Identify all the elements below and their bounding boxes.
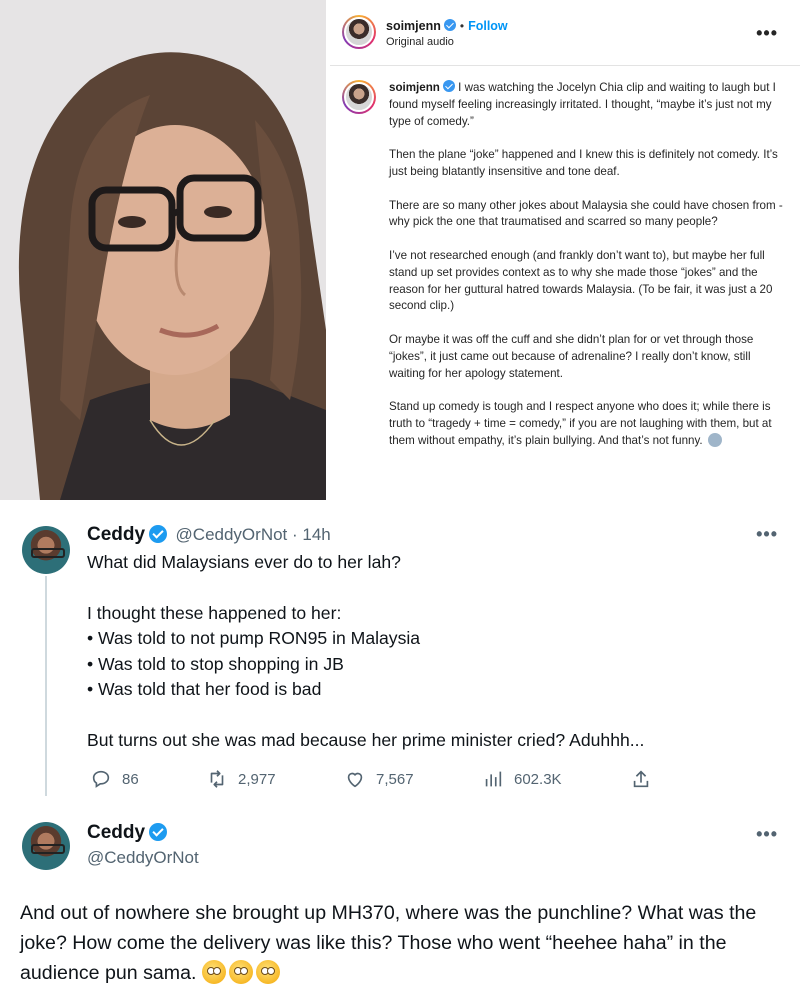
tweet-body: And out of nowhere she brought up MH370,… <box>20 898 790 988</box>
instagram-post: soimjenn • Follow Original audio ••• soimj… <box>0 0 800 500</box>
tweet-1: Ceddy @CeddyOrNot · 14h ••• What did Mal… <box>0 500 800 808</box>
tweet-line-3: But turns out she was mad because her pr… <box>87 729 645 750</box>
tweet-body: What did Malaysians ever do to her lah? … <box>87 550 777 753</box>
username[interactable]: soimjenn <box>386 19 441 33</box>
views-chart-icon <box>485 771 502 787</box>
tweet-line-2: I thought these happened to her: <box>87 602 342 623</box>
selfie-photo <box>0 0 326 500</box>
verified-badge-icon <box>442 80 455 92</box>
bullet-item: • Was told that her food is bad <box>87 679 322 699</box>
caption-p5: Or maybe it was off the cuff and she did… <box>389 332 754 380</box>
tweet-actions: 86 2,977 7,567 602.3K <box>90 768 670 794</box>
separator-dot: • <box>459 19 465 33</box>
display-name[interactable]: Ceddy <box>87 524 145 545</box>
tweet-avatar[interactable] <box>22 822 70 870</box>
like-button[interactable]: 7,567 <box>344 768 414 790</box>
reply-icon <box>92 770 110 788</box>
profile-avatar[interactable] <box>342 15 376 49</box>
instagram-sidebar: soimjenn • Follow Original audio ••• soimj… <box>330 0 800 500</box>
woman-with-glasses-image <box>0 0 326 500</box>
verified-badge-icon <box>149 823 168 841</box>
more-options-icon[interactable]: ••• <box>756 24 778 42</box>
tweet-2: Ceddy @CeddyOrNot ••• And out of nowhere… <box>0 808 800 1000</box>
handle-and-time[interactable]: @CeddyOrNot · 14h <box>176 525 331 544</box>
original-audio-link[interactable]: Original audio <box>386 36 454 48</box>
header-user-row: soimjenn • Follow <box>386 17 508 35</box>
retweet-count: 2,977 <box>238 770 276 788</box>
reply-button[interactable]: 86 <box>90 768 139 790</box>
post-header: soimjenn • Follow Original audio ••• <box>330 0 800 66</box>
follow-button[interactable]: Follow <box>468 19 508 33</box>
caption-p2: Then the plane “joke” happened and I kne… <box>389 148 778 178</box>
tweet-avatar[interactable] <box>22 526 70 574</box>
retweet-button[interactable]: 2,977 <box>206 768 276 790</box>
views-button[interactable]: 602.3K <box>482 768 562 790</box>
caption-username[interactable]: soimjenn <box>389 81 440 94</box>
verified-badge-icon <box>149 525 168 543</box>
crying-face-emoji-icon <box>707 432 722 447</box>
thread-connector <box>45 576 47 796</box>
bullet-item: • Was told to not pump RON95 in Malaysia <box>87 628 421 648</box>
handle[interactable]: @CeddyOrNot <box>87 848 199 868</box>
heart-icon <box>347 772 363 788</box>
rolling-eyes-emoji-icon <box>228 960 253 984</box>
caption-paragraph: soimjenn I was watching the Jocelyn Chia… <box>389 80 789 130</box>
tweet-header: Ceddy @CeddyOrNot · 14h <box>87 524 331 546</box>
tweet-header: Ceddy <box>87 822 168 844</box>
bullet-item: • Was told to stop shopping in JB <box>87 653 344 674</box>
share-icon <box>633 770 649 788</box>
tweet-more-icon[interactable]: ••• <box>756 824 778 845</box>
caption-p3: There are so many other jokes about Mala… <box>389 198 783 229</box>
tweet-line-1: What did Malaysians ever do to her lah? <box>87 552 401 572</box>
retweet-icon <box>210 770 224 788</box>
rolling-eyes-emoji-icon <box>255 960 280 984</box>
caption-text: soimjenn I was watching the Jocelyn Chia… <box>389 80 789 466</box>
tweet-more-icon[interactable]: ••• <box>756 524 778 545</box>
tweet-text: And out of nowhere she brought up MH370,… <box>20 902 757 984</box>
caption-avatar[interactable] <box>342 80 376 114</box>
views-count: 602.3K <box>514 770 562 788</box>
reply-count: 86 <box>122 770 139 788</box>
like-count: 7,567 <box>376 770 414 788</box>
share-button[interactable] <box>630 768 662 790</box>
caption-paragraph-6: Stand up comedy is tough and I respect a… <box>389 399 789 449</box>
rolling-eyes-emoji-icon <box>201 960 226 984</box>
display-name[interactable]: Ceddy <box>87 822 145 843</box>
caption-p4: I’ve not researched enough (and frankly … <box>389 248 773 313</box>
verified-badge-icon <box>443 19 456 31</box>
